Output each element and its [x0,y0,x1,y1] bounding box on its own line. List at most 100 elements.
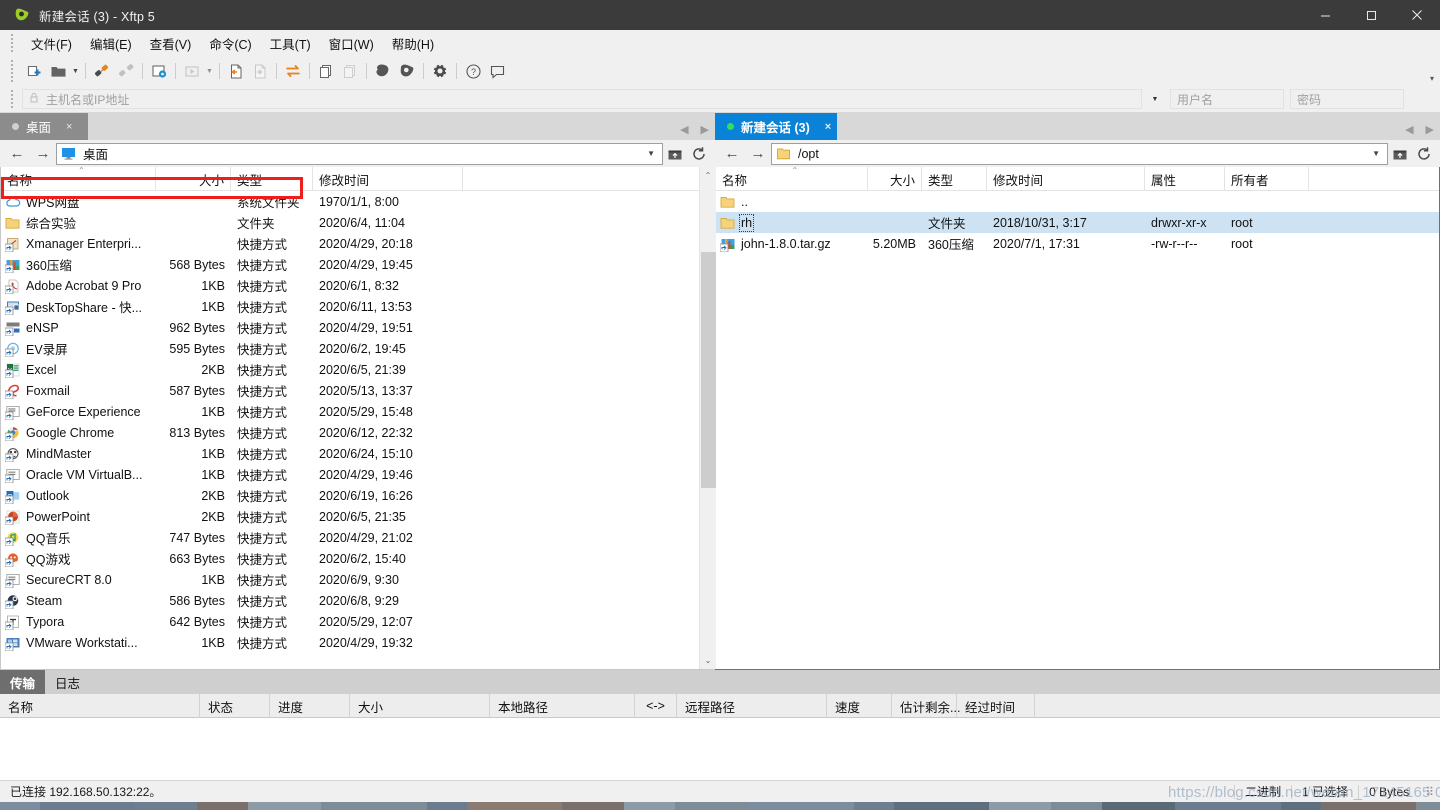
table-row[interactable]: 360压缩 568 Bytes 快捷方式 2020/4/29, 19:45 [1,254,699,275]
remote-column-header-attrs[interactable]: 属性 [1145,167,1225,191]
remote-forward-button[interactable]: → [745,143,771,165]
open-folder-dropdown-icon[interactable]: ▼ [70,59,81,83]
table-row[interactable]: Oracle VM VirtualB... 1KB 快捷方式 2020/4/29, 1… [1,464,699,485]
local-tab-desktop[interactable]: 桌面 × [0,113,88,140]
local-tab-prev-icon[interactable]: ◀ [680,123,688,136]
upload-file-icon[interactable] [224,59,248,83]
toolbar-grip[interactable] [10,59,14,83]
username-input[interactable]: 用户名 [1170,89,1284,109]
local-column-header-name[interactable]: 名称 ⌃ [1,166,156,191]
table-row[interactable]: Steam 586 Bytes 快捷方式 2020/6/8, 9:29 [1,590,699,611]
options-gear-icon[interactable] [428,59,452,83]
remote-path-input[interactable]: /opt ▼ [771,142,1388,165]
remote-column-header-type[interactable]: 类型 [922,167,987,191]
table-row[interactable]: QQ音乐 747 Bytes 快捷方式 2020/4/29, 21:02 [1,527,699,548]
host-input[interactable]: 主机名或IP地址 [22,89,1142,109]
menu-edit[interactable]: 编辑(E) [81,31,141,56]
session-properties-icon[interactable] [147,59,171,83]
table-row[interactable]: Foxmail 587 Bytes 快捷方式 2020/5/13, 13:37 [1,380,699,401]
remote-tab-close-icon[interactable]: × [825,121,831,133]
feedback-icon[interactable] [485,59,509,83]
run-dropdown-icon[interactable]: ▼ [204,59,215,83]
local-column-header-size[interactable]: 大小 [156,167,231,191]
menu-file[interactable]: 文件(F) [22,31,81,56]
remote-home-folder-icon[interactable] [1388,143,1412,165]
remote-column-header-modified[interactable]: 修改时间 [987,167,1145,191]
minimize-button[interactable] [1302,0,1348,30]
remote-tab-next-icon[interactable]: ▶ [1426,123,1434,136]
table-row[interactable]: X Excel 2KB 快捷方式 2020/6/5, 21:39 [1,359,699,380]
menu-bar-grip[interactable] [10,33,14,53]
transfer-column-header[interactable]: 远程路径 [677,694,827,718]
table-row[interactable]: VMware Workstati... 1KB 快捷方式 2020/4/29, 19:… [1,632,699,653]
maximize-button[interactable] [1348,0,1394,30]
local-tab-close-icon[interactable]: × [66,121,72,133]
local-scroll-track[interactable] [700,184,717,652]
xftp-icon[interactable] [395,59,419,83]
transfer-column-header[interactable]: 名称 [0,694,200,718]
transfer-column-header[interactable]: 状态 [200,694,270,718]
connection-bar-grip[interactable] [10,89,14,109]
local-tab-next-icon[interactable]: ▶ [701,123,709,136]
new-session-icon[interactable] [22,59,46,83]
password-input[interactable]: 密码 [1290,89,1404,109]
transfer-column-header[interactable]: 速度 [827,694,892,718]
local-scroll-down-button[interactable]: ⌄ [700,652,717,669]
table-row[interactable]: PowerPoint 2KB 快捷方式 2020/6/5, 21:35 [1,506,699,527]
transfer-column-header[interactable]: 本地路径 [490,694,635,718]
remote-path-dropdown-icon[interactable]: ▼ [1372,149,1383,158]
local-forward-button[interactable]: → [30,143,56,165]
table-row[interactable]: GeForce Experience 1KB 快捷方式 2020/5/29, 15:4… [1,401,699,422]
host-history-dropdown-icon[interactable]: ▼ [1142,89,1168,109]
transfer-column-header[interactable]: 估计剩余... [892,694,960,718]
remote-tab-prev-icon[interactable]: ◀ [1405,123,1413,136]
menu-command[interactable]: 命令(C) [200,31,260,56]
table-row[interactable]: Google Chrome 813 Bytes 快捷方式 2020/6/12, 22:… [1,422,699,443]
table-row[interactable]: .. [716,191,1439,212]
help-icon[interactable]: ? [461,59,485,83]
table-row[interactable]: O Outlook 2KB 快捷方式 2020/6/19, 16:26 [1,485,699,506]
copy-icon[interactable] [314,59,338,83]
remote-column-header-size[interactable]: 大小 [868,167,922,191]
local-scroll-up-button[interactable]: ⌃ [700,167,717,184]
open-folder-icon[interactable] [46,59,70,83]
tab-transfer[interactable]: 传输 [0,670,46,694]
menu-tools[interactable]: 工具(T) [261,31,320,56]
table-row[interactable]: WPS网盘 系统文件夹 1970/1/1, 8:00 [1,191,699,212]
table-row[interactable]: MindMaster 1KB 快捷方式 2020/6/24, 15:10 [1,443,699,464]
table-row[interactable]: eNSP 962 Bytes 快捷方式 2020/4/29, 19:51 [1,317,699,338]
remote-file-rows[interactable]: .. rh 文件夹 2018/10/31, 3:17 drwxr-xr-x root joh… [716,191,1439,669]
table-row[interactable]: EV录屏 595 Bytes 快捷方式 2020/6/2, 19:45 [1,338,699,359]
remote-filelist[interactable]: 名称 ⌃ 大小 类型 修改时间 属性 所有者 .. rh 文件夹 2018/10/31, 3:17… [716,166,1439,669]
local-path-dropdown-icon[interactable]: ▼ [647,149,658,158]
remote-column-header-name[interactable]: 名称 ⌃ [716,166,868,191]
tab-log[interactable]: 日志 [45,670,90,694]
transfer-column-header[interactable]: 大小 [350,694,490,718]
toolbar-overflow-button[interactable]: ▾ [1430,56,1434,86]
sync-browsing-icon[interactable] [281,59,305,83]
local-column-header-modified[interactable]: 修改时间 [313,167,463,191]
table-row[interactable]: SecureCRT 8.0 1KB 快捷方式 2020/6/9, 9:30 [1,569,699,590]
transfer-column-header[interactable]: <-> [635,694,677,718]
local-filelist[interactable]: 名称 ⌃ 大小 类型 修改时间 WPS网盘 系统文件夹 1970/1/1, 8:00 综合实验… [1,166,717,669]
remote-column-header-pad[interactable] [1309,167,1423,191]
menu-view[interactable]: 查看(V) [141,31,201,56]
status-resize-grip[interactable]: ⠿ [1419,781,1440,803]
table-row[interactable]: DeskTopShare - 快... 1KB 快捷方式 2020/6/11, 13:… [1,296,699,317]
download-file-icon[interactable] [248,59,272,83]
remote-refresh-icon[interactable] [1412,143,1436,165]
table-row[interactable]: john-1.8.0.tar.gz 5.20MB 360压缩 2020/7/1, 17… [716,233,1439,254]
transfer-column-header[interactable]: 进度 [270,694,350,718]
remote-tab-session[interactable]: 新建会话 (3) × [715,113,838,140]
local-column-header-type[interactable]: 类型 [231,167,313,191]
table-row[interactable]: 综合实验 文件夹 2020/6/4, 11:04 [1,212,699,233]
paste-icon[interactable] [338,59,362,83]
transfer-rows[interactable] [0,718,1440,780]
local-scroll-thumb[interactable] [700,252,716,488]
transfer-column-header[interactable] [1035,694,1380,718]
local-file-rows[interactable]: WPS网盘 系统文件夹 1970/1/1, 8:00 综合实验 文件夹 2020/6/4,… [1,191,699,669]
remote-column-header-owner[interactable]: 所有者 [1225,167,1309,191]
local-home-folder-icon[interactable] [663,143,687,165]
remote-back-button[interactable]: ← [719,143,745,165]
table-row[interactable]: Xmanager Enterpri... 快捷方式 2020/4/29, 20:18 [1,233,699,254]
